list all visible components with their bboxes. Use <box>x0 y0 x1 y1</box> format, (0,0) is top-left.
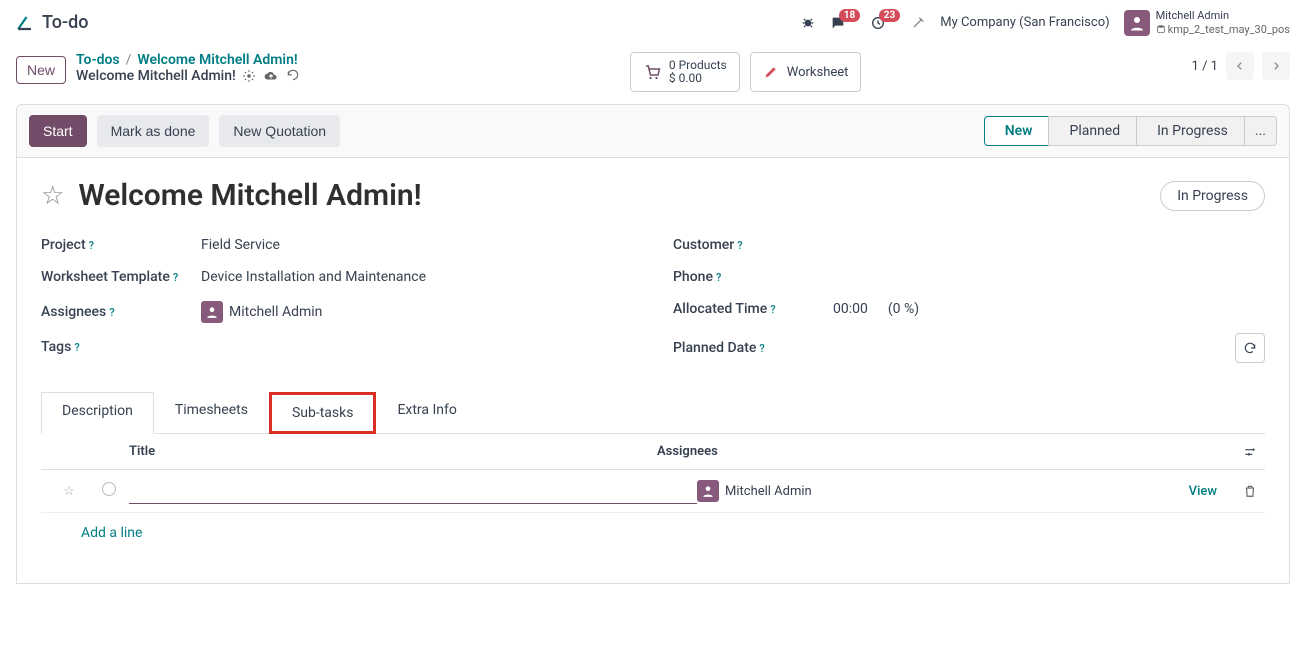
stage-new[interactable]: New <box>984 116 1050 146</box>
row-assignee[interactable]: Mitchell Admin <box>697 480 1137 502</box>
pager-prev[interactable] <box>1226 52 1254 80</box>
pager-next[interactable] <box>1262 52 1290 80</box>
control-panel: New To-dos / Welcome Mitchell Admin! Wel… <box>0 46 1306 104</box>
breadcrumb-current[interactable]: Welcome Mitchell Admin! <box>137 52 297 68</box>
mark-done-button[interactable]: Mark as done <box>97 115 210 147</box>
stage-in-progress[interactable]: In Progress <box>1136 116 1245 146</box>
tab-subtasks[interactable]: Sub-tasks <box>269 392 377 434</box>
avatar <box>1124 10 1150 36</box>
activities-icon[interactable]: 23 <box>870 15 886 31</box>
topbar: To-do 18 23 My Company (San Francisco) M… <box>0 0 1306 46</box>
worksheet-template-value[interactable]: Device Installation and Maintenance <box>201 269 426 285</box>
breadcrumb-sep: / <box>126 52 132 68</box>
allocated-time-pct: (0 %) <box>888 301 919 317</box>
priority-star[interactable]: ☆ <box>41 181 64 211</box>
add-line-link[interactable]: Add a line <box>41 513 1265 553</box>
database-icon <box>1156 24 1166 34</box>
status-pill[interactable]: In Progress <box>1160 181 1265 211</box>
products-price: $ 0.00 <box>669 72 727 85</box>
th-title: Title <box>129 444 657 459</box>
tools-icon[interactable] <box>910 15 926 31</box>
assignee-name: Mitchell Admin <box>229 304 322 320</box>
new-quotation-button[interactable]: New Quotation <box>219 115 340 147</box>
view-link[interactable]: View <box>1189 484 1217 499</box>
statusbar: Start Mark as done New Quotation New Pla… <box>16 104 1290 158</box>
db-name: kmp_2_test_may_30_pos <box>1168 23 1290 36</box>
delete-row-icon[interactable] <box>1217 484 1257 499</box>
help-icon[interactable]: ? <box>770 303 775 316</box>
page-title[interactable]: Welcome Mitchell Admin! <box>78 178 1146 213</box>
worksheet-button[interactable]: Worksheet <box>750 52 862 92</box>
help-icon[interactable]: ? <box>109 306 114 319</box>
user-name: Mitchell Admin <box>1156 9 1290 22</box>
tab-timesheets[interactable]: Timesheets <box>154 391 269 433</box>
pencil-icon <box>763 64 779 80</box>
planned-date-label: Planned Date <box>673 340 756 356</box>
assignee-avatar <box>201 301 223 323</box>
help-icon[interactable]: ? <box>74 341 79 354</box>
subtask-title-input[interactable] <box>131 482 695 498</box>
gear-icon[interactable] <box>242 69 256 84</box>
tabs: Description Timesheets Sub-tasks Extra I… <box>41 391 1265 434</box>
refresh-icon[interactable] <box>1235 333 1265 363</box>
help-icon[interactable]: ? <box>716 271 721 284</box>
cloud-upload-icon[interactable] <box>264 69 278 84</box>
customer-label: Customer <box>673 237 734 253</box>
app-logo-icon <box>16 14 34 32</box>
allocated-time-label: Allocated Time <box>673 301 767 317</box>
breadcrumb-root[interactable]: To-dos <box>76 52 120 68</box>
cart-icon <box>643 63 661 81</box>
column-options-icon[interactable] <box>1217 444 1257 459</box>
messages-badge: 18 <box>839 9 860 22</box>
company-selector[interactable]: My Company (San Francisco) <box>940 15 1109 30</box>
assignee-avatar <box>697 480 719 502</box>
activities-badge: 23 <box>879 9 900 22</box>
help-icon[interactable]: ? <box>737 239 742 252</box>
stage-planned[interactable]: Planned <box>1048 116 1137 146</box>
subtasks-table: Title Assignees ☆ Mitchell Admin View Ad… <box>41 434 1265 553</box>
worksheet-template-label: Worksheet Template <box>41 269 170 285</box>
breadcrumb-subtitle: Welcome Mitchell Admin! <box>76 68 236 84</box>
assignees-value[interactable]: Mitchell Admin <box>201 301 322 323</box>
tab-extra-info[interactable]: Extra Info <box>376 391 477 433</box>
form-sheet: ☆ Welcome Mitchell Admin! In Progress Pr… <box>16 158 1290 584</box>
phone-label: Phone <box>673 269 713 285</box>
allocated-time-value[interactable]: 00:00 <box>833 301 868 317</box>
new-button[interactable]: New <box>16 56 66 84</box>
tags-label: Tags <box>41 339 71 355</box>
table-row: ☆ Mitchell Admin View <box>41 470 1265 513</box>
th-assignees: Assignees <box>657 444 1217 459</box>
start-button[interactable]: Start <box>29 115 87 147</box>
messages-icon[interactable]: 18 <box>830 15 846 31</box>
help-icon[interactable]: ? <box>89 239 94 252</box>
user-menu[interactable]: Mitchell Admin kmp_2_test_may_30_pos <box>1124 9 1290 35</box>
worksheet-label: Worksheet <box>787 65 849 80</box>
app-title[interactable]: To-do <box>42 12 88 33</box>
undo-icon[interactable] <box>286 69 300 84</box>
debug-icon[interactable] <box>800 15 816 31</box>
help-icon[interactable]: ? <box>173 271 178 284</box>
products-button[interactable]: 0 Products $ 0.00 <box>630 52 740 92</box>
stage-more[interactable]: ... <box>1244 116 1277 146</box>
row-status-circle[interactable] <box>89 482 129 500</box>
project-label: Project <box>41 237 86 253</box>
assignees-label: Assignees <box>41 304 106 320</box>
tab-description[interactable]: Description <box>41 392 154 434</box>
project-value[interactable]: Field Service <box>201 237 280 253</box>
pager-text: 1 / 1 <box>1192 59 1218 74</box>
row-assignee-name: Mitchell Admin <box>725 484 812 499</box>
help-icon[interactable]: ? <box>759 342 764 355</box>
row-star[interactable]: ☆ <box>49 484 89 499</box>
